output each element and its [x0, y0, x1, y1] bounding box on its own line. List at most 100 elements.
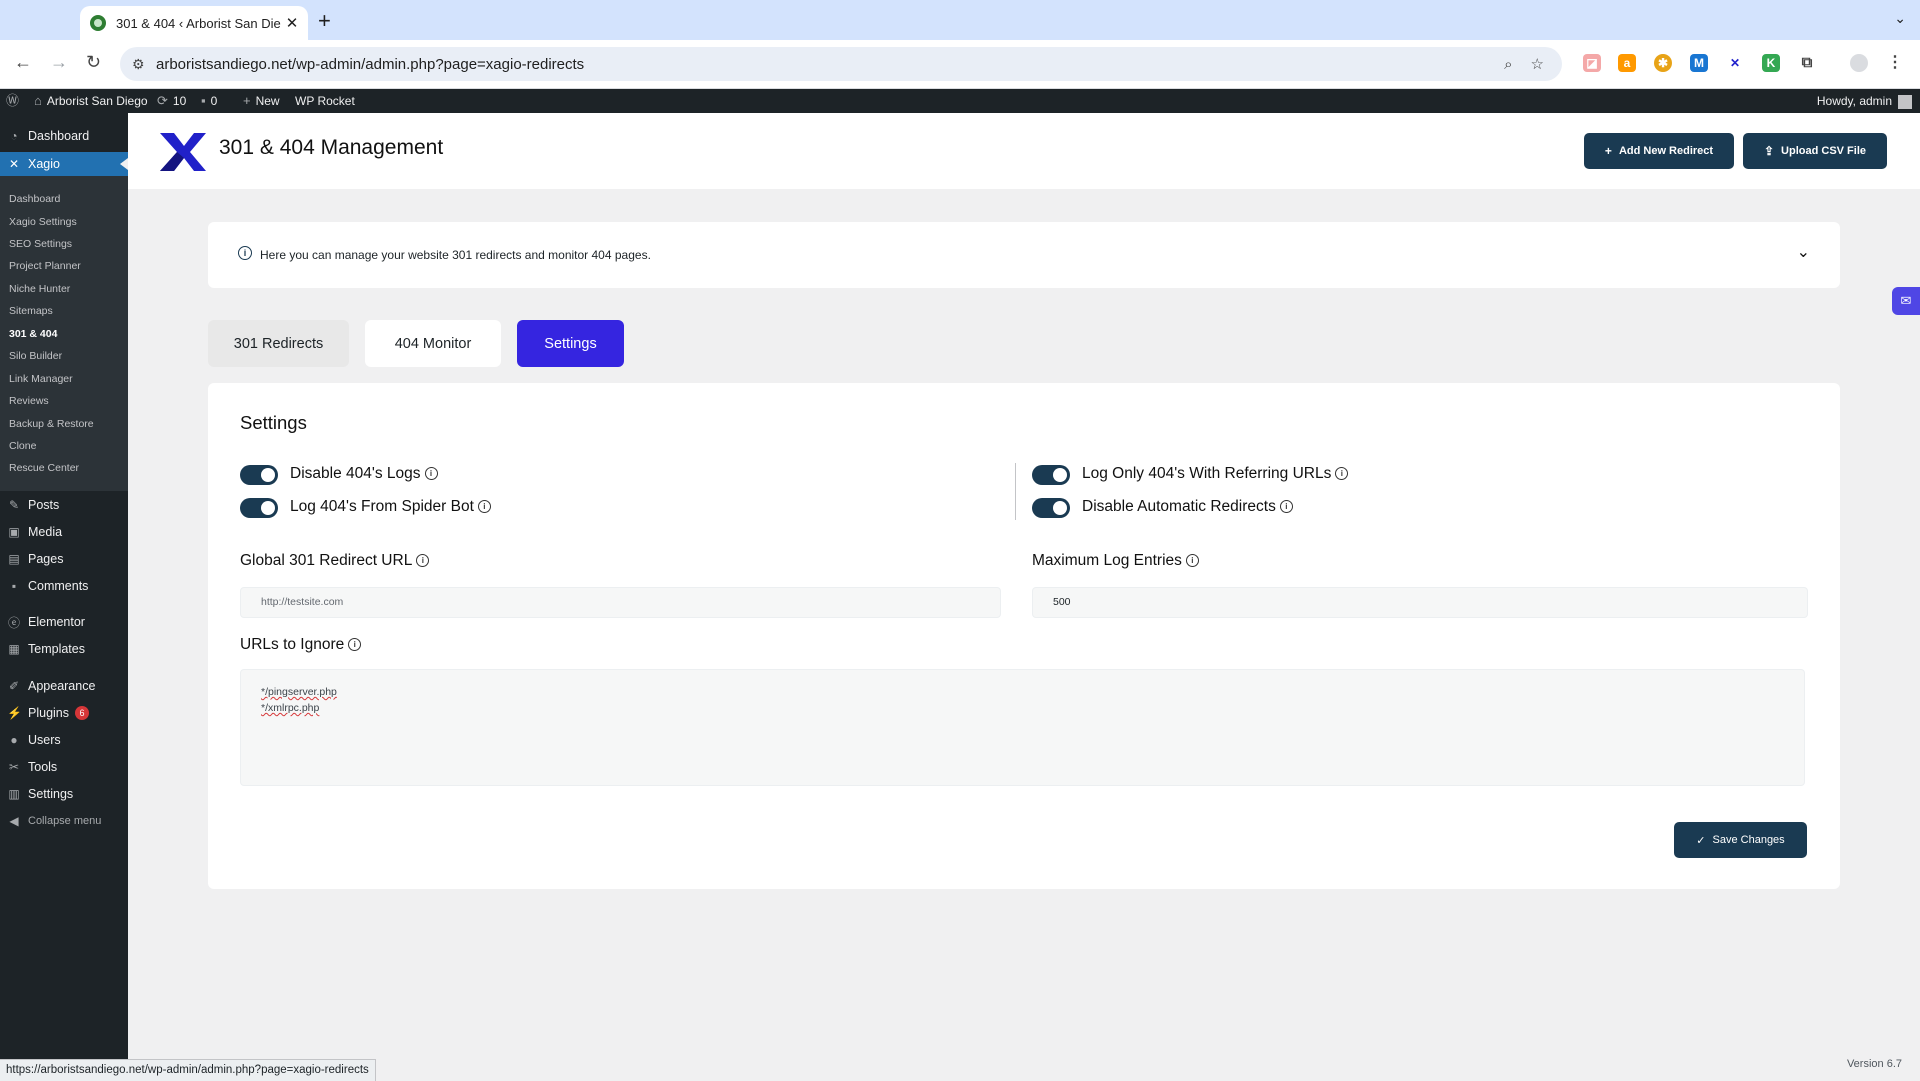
updates-count: 10 — [172, 94, 187, 108]
upload-csv-button[interactable]: ⇪ Upload CSV File — [1743, 133, 1887, 169]
global-redirect-url-input[interactable]: http://testsite.com — [240, 587, 1001, 618]
sidebar-item-comments[interactable]: ▪ Comments — [0, 574, 128, 598]
sidebar-item-tools[interactable]: ✂ Tools — [0, 755, 128, 779]
plug-icon: ⚡ — [7, 706, 22, 720]
sidebar-item-appearance[interactable]: ✐ Appearance — [0, 674, 128, 698]
info-icon[interactable]: i — [1279, 500, 1293, 514]
save-changes-button[interactable]: ✓ Save Changes — [1674, 822, 1807, 858]
submenu-silo-builder[interactable]: Silo Builder — [9, 350, 62, 362]
sidebar-item-media[interactable]: ▣ Media — [0, 520, 128, 544]
reload-icon[interactable]: ↻ — [86, 52, 101, 73]
site-favicon-icon — [90, 15, 106, 31]
browser-menu-icon[interactable]: ⋮ — [1886, 54, 1904, 72]
address-bar[interactable]: ⚙ arboristsandiego.net/wp-admin/admin.ph… — [120, 47, 1562, 81]
sidebar-item-templates[interactable]: ▦ Templates — [0, 637, 128, 661]
xagio-extension-icon[interactable]: ✕ — [1726, 54, 1744, 72]
extensions-puzzle-icon[interactable]: ⧉ — [1798, 54, 1816, 72]
sidebar-item-users[interactable]: ● Users — [0, 728, 128, 752]
sidebar-item-elementor[interactable]: ⓔ Elementor — [0, 610, 128, 634]
submenu-backup-restore[interactable]: Backup & Restore — [9, 418, 94, 430]
sidebar-item-pages[interactable]: ▤ Pages — [0, 547, 128, 571]
info-icon[interactable]: i — [416, 554, 430, 568]
new-label: New — [255, 94, 280, 108]
plus-icon: + — [243, 93, 251, 108]
sidebar-label: Comments — [28, 579, 89, 593]
howdy-text: Howdy, admin — [1816, 94, 1892, 108]
upload-icon: ⇪ — [1763, 144, 1775, 158]
disable-404-logs-toggle[interactable] — [240, 465, 278, 485]
log-spider-bot-label: Log 404's From Spider Bot i — [290, 498, 491, 516]
adminbar-updates[interactable]: ⟳ 10 — [157, 89, 186, 113]
tab-301-redirects[interactable]: 301 Redirects — [208, 320, 349, 367]
submenu-sitemaps[interactable]: Sitemaps — [9, 305, 53, 317]
user-icon: ● — [10, 733, 18, 747]
bookmark-star-icon[interactable]: ☆ — [1531, 55, 1544, 73]
submenu-niche-hunter[interactable]: Niche Hunter — [9, 283, 70, 295]
info-icon[interactable]: i — [348, 638, 362, 652]
info-icon[interactable]: i — [477, 500, 491, 514]
sidebar-label: Templates — [28, 642, 85, 656]
submenu-dashboard[interactable]: Dashboard — [9, 193, 60, 205]
submenu-rescue-center[interactable]: Rescue Center — [9, 462, 79, 474]
upload-csv-label: Upload CSV File — [1781, 145, 1867, 157]
user-avatar — [1898, 94, 1912, 109]
zoom-icon[interactable]: ⌕ — [1504, 56, 1512, 73]
adminbar-new[interactable]: + New — [243, 89, 280, 113]
submenu-xagio-settings[interactable]: Xagio Settings — [9, 216, 77, 228]
info-panel[interactable]: i Here you can manage your website 301 r… — [208, 222, 1840, 288]
browser-toolbar: ← → ↻ ⚙ arboristsandiego.net/wp-admin/ad… — [0, 40, 1920, 89]
sidebar-item-plugins[interactable]: ⚡ Plugins 6 — [0, 701, 128, 725]
sidebar-item-dashboard[interactable]: ◔ Dashboard — [0, 124, 128, 148]
wordpress-logo-icon[interactable]: Ⓦ — [6, 89, 24, 113]
forward-arrow-icon[interactable]: → — [50, 52, 68, 73]
site-info-icon[interactable]: ⚙ — [132, 56, 146, 73]
disable-auto-redirects-toggle[interactable] — [1032, 498, 1070, 518]
adminbar-comments[interactable]: ▪ 0 — [201, 89, 217, 113]
extension-3-icon[interactable]: ✱ — [1654, 54, 1672, 72]
submenu-project-planner[interactable]: Project Planner — [9, 260, 81, 272]
chevron-down-icon[interactable]: ⌄ — [1797, 242, 1810, 262]
toggle-text: Disable Automatic Redirects — [1082, 498, 1276, 515]
settings-card: Settings Disable 404's Logs i Log 404's F… — [208, 383, 1840, 889]
back-arrow-icon[interactable]: ← — [14, 52, 32, 73]
sidebar-item-posts[interactable]: ✎ Posts — [0, 493, 128, 517]
info-icon[interactable]: i — [424, 467, 438, 481]
max-log-entries-input[interactable]: 500 — [1032, 587, 1808, 618]
submenu-clone[interactable]: Clone — [9, 440, 36, 452]
sidebar-item-xagio[interactable]: ✕ Xagio — [0, 152, 128, 176]
amazon-extension-icon[interactable]: a — [1618, 54, 1636, 72]
log-referring-toggle[interactable] — [1032, 465, 1070, 485]
tab-search-chevron-icon[interactable]: ⌄ — [1894, 10, 1906, 27]
browser-tab[interactable]: 301 & 404 ‹ Arborist San Die ✕ — [80, 6, 308, 40]
log-spider-bot-toggle[interactable] — [240, 498, 278, 518]
urls-to-ignore-textarea[interactable]: */pingserver.php */xmlrpc.php — [240, 669, 1805, 786]
disable-auto-redirects-label: Disable Automatic Redirects i — [1082, 498, 1293, 516]
extension-k-icon[interactable]: K — [1762, 54, 1780, 72]
add-new-redirect-button[interactable]: + Add New Redirect — [1584, 133, 1734, 169]
extension-1-icon[interactable]: ◪ — [1583, 54, 1601, 72]
wrench-icon: ✂ — [8, 760, 20, 774]
adminbar-site-link[interactable]: ⌂ Arborist San Diego — [34, 89, 148, 113]
address-url[interactable]: arboristsandiego.net/wp-admin/admin.php?… — [156, 56, 1504, 73]
new-tab-button[interactable]: + — [318, 8, 331, 34]
info-icon[interactable]: i — [1185, 554, 1199, 568]
tab-404-monitor[interactable]: 404 Monitor — [365, 320, 501, 367]
chat-widget-icon[interactable]: ✉ — [1892, 287, 1920, 315]
submenu-seo-settings[interactable]: SEO Settings — [9, 238, 72, 250]
submenu-reviews[interactable]: Reviews — [9, 395, 49, 407]
tab-close-icon[interactable]: ✕ — [282, 14, 302, 32]
extension-m-icon[interactable]: M — [1690, 54, 1708, 72]
sidebar-label: Tools — [28, 760, 58, 774]
admin-sidebar: ◔ Dashboard ✕ Xagio Dashboard Xagio Settin… — [0, 113, 128, 1080]
adminbar-wp-rocket[interactable]: WP Rocket — [295, 89, 355, 113]
page-title: 301 & 404 Management — [219, 136, 444, 159]
sidebar-label: Pages — [28, 552, 64, 566]
submenu-301-404[interactable]: 301 & 404 — [9, 328, 57, 340]
tab-settings[interactable]: Settings — [517, 320, 624, 367]
adminbar-howdy[interactable]: Howdy, admin — [1817, 89, 1912, 113]
info-icon[interactable]: i — [1335, 467, 1349, 481]
collapse-menu-button[interactable]: ◀ Collapse menu — [0, 809, 128, 833]
submenu-link-manager[interactable]: Link Manager — [9, 373, 73, 385]
sidebar-item-settings[interactable]: ▥ Settings — [0, 782, 128, 806]
profile-avatar-icon[interactable] — [1850, 54, 1868, 72]
